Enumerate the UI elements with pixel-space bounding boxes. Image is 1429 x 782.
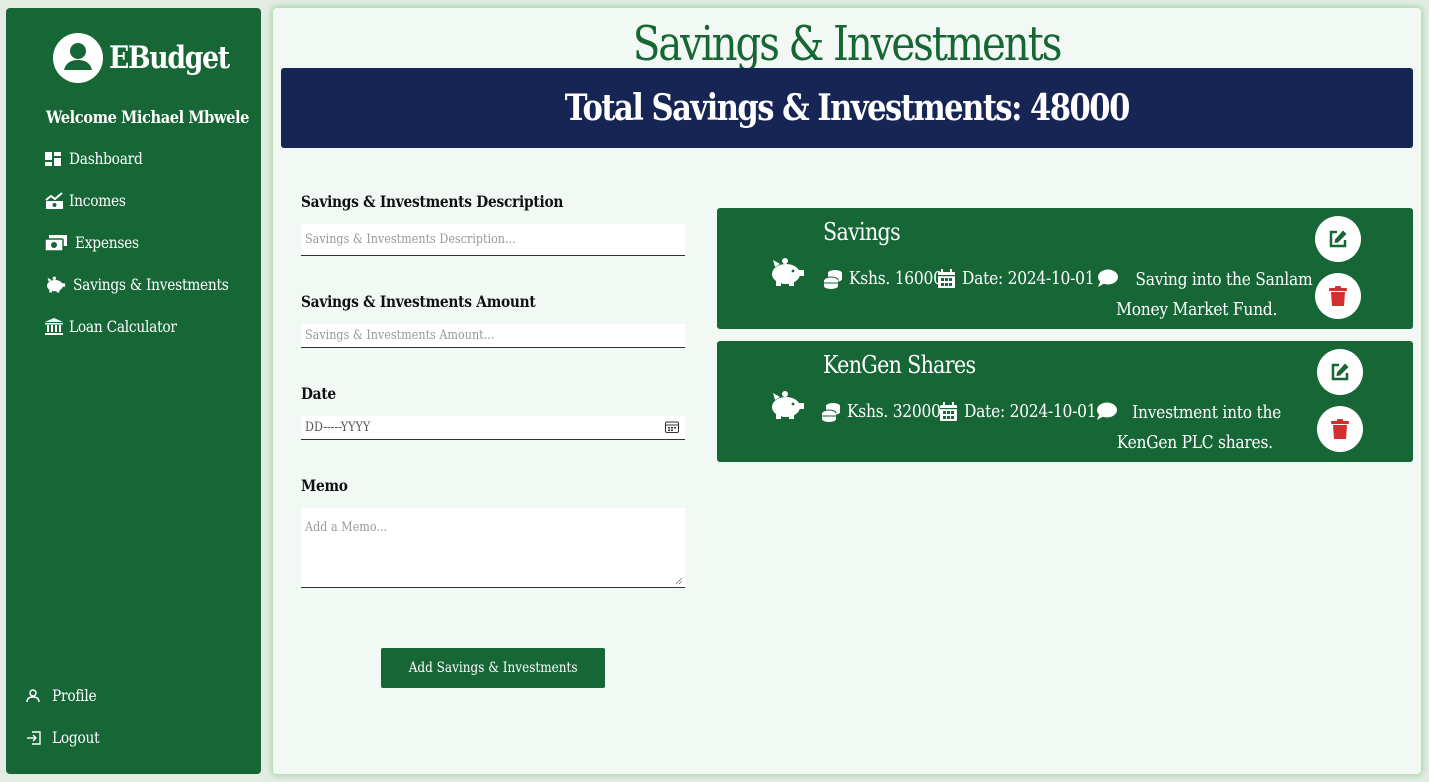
sidebar-item-incomes[interactable]: Incomes (45, 191, 135, 210)
sidebar-item-label: Dashboard (69, 149, 143, 168)
resize-grip-icon[interactable] (675, 577, 683, 585)
piggy-bank-icon (45, 276, 69, 294)
total-banner: Total Savings & Investments: 48000 (281, 68, 1413, 148)
entry-date: Date: 2024-10-01 (937, 268, 1116, 289)
sidebar-item-savings-investments[interactable]: Savings & Investments (45, 275, 254, 294)
entry-card: KenGen Shares Kshs. 32000 Date: 2024-10-… (717, 341, 1413, 462)
sidebar-item-label: Incomes (69, 191, 126, 210)
sidebar: EBudget Welcome Michael Mbwele Dashboard… (6, 8, 261, 774)
user-outline-icon (26, 687, 48, 705)
incomes-chart-icon (45, 192, 65, 210)
edit-icon (1331, 363, 1349, 381)
coins-icon (821, 402, 841, 422)
brand-name: EBudget (109, 40, 230, 76)
calendar-icon (939, 402, 958, 421)
entry-title: KenGen Shares (823, 351, 976, 379)
page-title: Savings & Investments (633, 16, 1063, 72)
sidebar-item-loan-calculator[interactable]: Loan Calculator (45, 317, 194, 336)
entry-card: Savings Kshs. 16000 Date: 2024-10-01 Sav… (717, 208, 1413, 329)
entry-date: Date: 2024-10-01 (939, 401, 1118, 422)
date-label: Date (301, 384, 336, 403)
main-panel: Savings & Investments Total Savings & In… (273, 8, 1421, 774)
description-label: Savings & Investments Description (301, 192, 564, 211)
memo-label: Memo (301, 476, 348, 495)
sidebar-item-logout[interactable]: Logout (26, 728, 107, 747)
amount-input[interactable]: Savings & Investments Amount... (301, 324, 685, 348)
delete-button[interactable] (1317, 406, 1363, 452)
coins-icon (823, 269, 843, 289)
comment-icon (1097, 268, 1119, 296)
memo-textarea[interactable]: Add a Memo... (301, 508, 685, 588)
entry-memo: Investment into the KenGen PLC shares. (1095, 399, 1295, 457)
sidebar-item-label: Loan Calculator (69, 317, 177, 336)
date-input[interactable]: DD-----YYYY (301, 416, 685, 440)
sidebar-item-label: Expenses (75, 233, 139, 252)
description-input[interactable]: Savings & Investments Description... (301, 224, 685, 256)
piggy-bank-icon (772, 258, 804, 286)
entry-amount: Kshs. 32000 (821, 401, 956, 422)
entry-title: Savings (823, 218, 901, 246)
edit-button[interactable] (1315, 216, 1361, 262)
sidebar-item-label: Savings & Investments (73, 275, 229, 294)
sidebar-item-dashboard[interactable]: Dashboard (45, 149, 155, 168)
trash-icon (1331, 419, 1349, 439)
trash-icon (1329, 286, 1347, 306)
calendar-icon (937, 269, 956, 288)
welcome-text: Welcome Michael Mbwele (46, 108, 249, 128)
sidebar-item-label: Profile (52, 686, 97, 705)
add-savings-button[interactable]: Add Savings & Investments (381, 648, 605, 688)
sidebar-item-expenses[interactable]: Expenses (45, 233, 149, 252)
sidebar-item-label: Logout (52, 728, 100, 747)
delete-button[interactable] (1315, 273, 1361, 319)
edit-icon (1329, 230, 1347, 248)
sidebar-item-profile[interactable]: Profile (26, 686, 104, 705)
comment-icon (1096, 401, 1118, 429)
logout-icon (26, 729, 48, 747)
amount-label: Savings & Investments Amount (301, 292, 536, 311)
brand: EBudget (53, 28, 248, 88)
dashboard-icon (45, 150, 65, 168)
money-bill-icon (45, 234, 71, 252)
entry-memo: Saving into the Sanlam Money Market Fund… (1097, 266, 1313, 324)
user-avatar-icon (53, 33, 103, 83)
piggy-bank-icon (772, 391, 804, 419)
calendar-picker-icon[interactable] (665, 421, 679, 433)
bank-building-icon (45, 318, 65, 336)
edit-button[interactable] (1317, 349, 1363, 395)
